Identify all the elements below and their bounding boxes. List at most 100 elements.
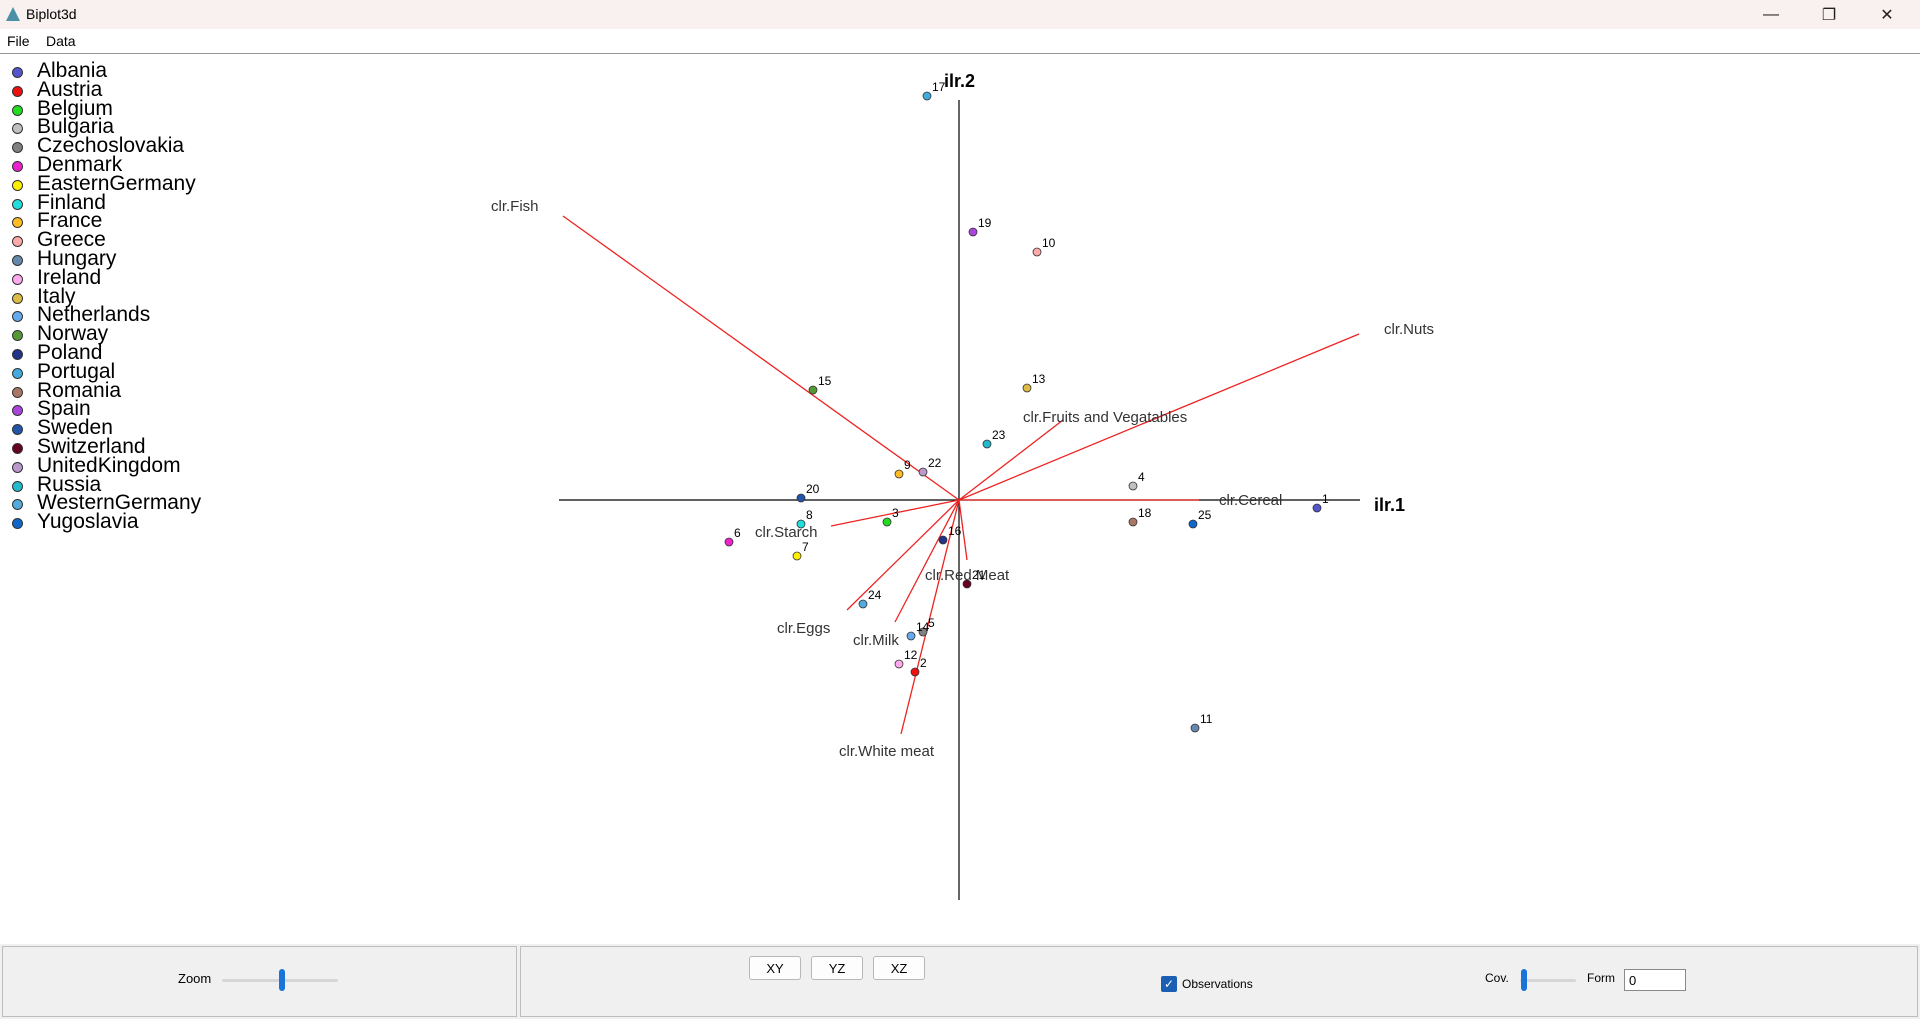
observation-point (1188, 519, 1198, 529)
observation-label: 12 (904, 648, 918, 662)
loading-vector-label: clr.Milk (853, 632, 899, 649)
observation-point (910, 667, 920, 677)
observation-point (922, 91, 932, 101)
legend-color-swatch (12, 461, 23, 473)
observation-point (906, 631, 916, 641)
observation-point (1190, 723, 1200, 733)
observation-label: 4 (1138, 470, 1145, 484)
observation-point (1022, 383, 1032, 393)
observation-point (882, 517, 892, 527)
window-title: Biplot3d (26, 6, 77, 22)
menu-data[interactable]: Data (46, 33, 76, 49)
legend-color-swatch (12, 198, 23, 210)
x-axis-label: ilr.1 (1374, 495, 1405, 515)
axes: ilr.1 ilr.2 (559, 71, 1405, 900)
observation-label: 13 (1032, 372, 1046, 386)
biplot-canvas[interactable]: ilr.1 ilr.2 clr.Fish clr.Nuts clr.Fruits a… (0, 54, 1920, 944)
observation-point (858, 599, 868, 609)
observation-point (724, 537, 734, 547)
menu-bar: File Data (0, 29, 1920, 54)
loading-vector-label: clr.Starch (755, 524, 818, 541)
zoom-slider-thumb[interactable] (279, 969, 286, 991)
loading-vector-line (894, 499, 960, 623)
observation-label: 20 (806, 482, 820, 496)
title-bar: Biplot3d — ❐ ✕ (0, 0, 1920, 29)
observations-checkbox[interactable]: ✓ (1161, 976, 1177, 992)
view-yz-button[interactable]: YZ (811, 956, 863, 980)
legend-color-swatch (12, 85, 23, 97)
observations-label: Observations (1182, 977, 1253, 991)
observation-point (796, 519, 806, 529)
cov-slider-thumb[interactable] (1521, 969, 1528, 991)
legend-color-swatch (12, 67, 23, 78)
loading-vector-line (562, 215, 960, 501)
legend-color-swatch (12, 443, 23, 454)
observation-label: 21 (972, 568, 986, 582)
loading-vector-line (846, 499, 960, 611)
observation-point (792, 551, 802, 561)
observation-label: 9 (904, 458, 911, 472)
observation-point (894, 469, 904, 479)
observation-label: 2 (920, 656, 927, 670)
loading-vector-label: clr.Eggs (777, 620, 830, 637)
legend-color-swatch (12, 255, 23, 266)
observation-point (1032, 247, 1042, 257)
legend-color-swatch (12, 480, 23, 492)
observation-label: 6 (734, 526, 741, 540)
loading-vector-label: clr.Cereal (1219, 492, 1282, 509)
observation-label: 14 (916, 620, 930, 634)
observation-label: 23 (992, 428, 1006, 442)
observation-label: 3 (892, 506, 899, 520)
legend-color-swatch (12, 349, 23, 360)
minimize-button[interactable]: — (1742, 0, 1800, 29)
loading-vector-label: clr.White meat (839, 743, 935, 760)
observation-point (1128, 481, 1138, 491)
form-label: Form (1587, 971, 1615, 985)
legend-color-swatch (12, 273, 23, 285)
observation-label: 17 (932, 80, 946, 94)
observation-point (894, 659, 904, 669)
loading-vector-label: clr.Fish (491, 198, 539, 215)
observation-label: 25 (1198, 508, 1212, 522)
restore-button[interactable]: ❐ (1800, 0, 1858, 29)
loading-vectors: clr.Fish clr.Nuts clr.Fruits and Vegatable… (491, 198, 1434, 760)
observation-label: 19 (978, 216, 992, 230)
observation-point (796, 493, 806, 503)
observation-label: 22 (928, 456, 942, 470)
view-xy-button[interactable]: XY (749, 956, 801, 980)
observation-label: 11 (1200, 712, 1213, 726)
control-panel: Zoom XY YZ XZ ✓ Observations Cov. Form (0, 944, 1920, 1019)
legend-color-swatch (12, 161, 23, 172)
menu-file[interactable]: File (7, 33, 30, 49)
cov-slider-track[interactable] (1520, 979, 1576, 982)
form-input[interactable] (1624, 969, 1686, 991)
legend-color-swatch (12, 386, 23, 398)
view-panel: XY YZ XZ ✓ Observations Cov. Form (520, 946, 1918, 1017)
close-button[interactable]: ✕ (1858, 0, 1916, 29)
observation-label: 10 (1042, 236, 1056, 250)
loading-vector-label: clr.Nuts (1384, 321, 1434, 338)
cov-label: Cov. (1485, 971, 1509, 985)
app-icon (6, 7, 20, 21)
loading-vector-line (958, 419, 1064, 501)
observation-label: 7 (802, 540, 809, 554)
observation-point (962, 579, 972, 589)
observation-label: 18 (1138, 506, 1152, 520)
observation-point (808, 385, 818, 395)
observation-label: 8 (806, 508, 813, 522)
observation-label: 24 (868, 588, 882, 602)
zoom-label: Zoom (178, 971, 212, 986)
legend-color-swatch (12, 292, 23, 304)
y-axis-label: ilr.2 (944, 71, 975, 91)
observation-label: 15 (818, 374, 832, 388)
observation-label: 1 (1322, 492, 1329, 506)
observation-point (1128, 517, 1138, 527)
observation-point (968, 227, 978, 237)
legend-color-swatch (12, 179, 23, 191)
observation-label: 16 (948, 524, 962, 538)
observation-point (982, 439, 992, 449)
loading-vector-label: clr.Fruits and Vegatables (1023, 409, 1187, 426)
legend-color-swatch (12, 104, 23, 116)
view-xz-button[interactable]: XZ (873, 956, 925, 980)
observation-point (1312, 503, 1322, 513)
